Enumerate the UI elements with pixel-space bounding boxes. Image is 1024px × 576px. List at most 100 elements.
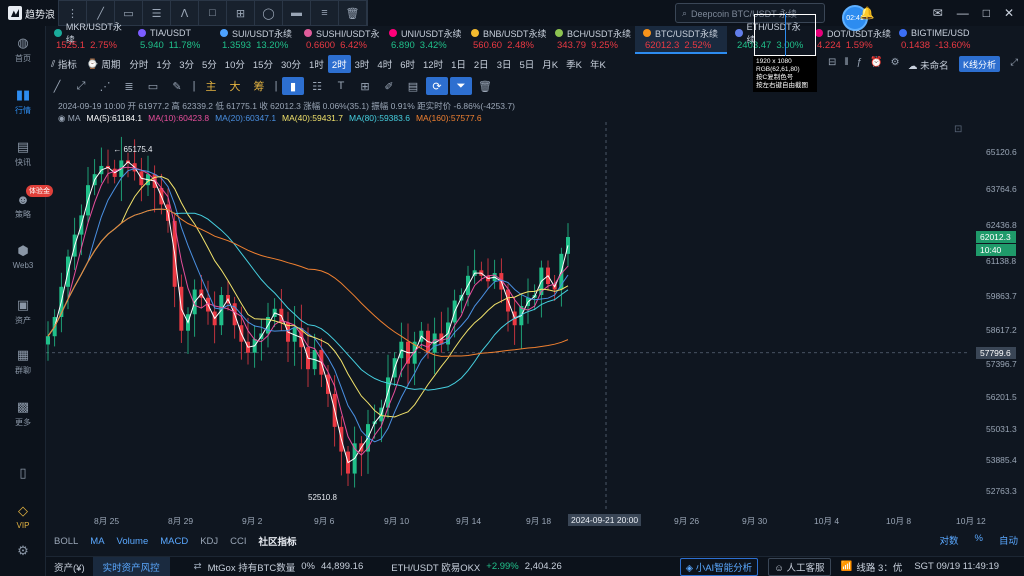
ticker-bch[interactable]: BCH/USDT永续 343.79 9.25% <box>547 26 635 54</box>
bell-icon[interactable]: 🔔 <box>860 6 875 20</box>
indicator-cci[interactable]: CCI <box>230 536 246 547</box>
interval-月K[interactable]: 月K <box>538 55 562 73</box>
interval-15分[interactable]: 15分 <box>249 55 277 73</box>
interval-5日[interactable]: 5日 <box>515 55 538 73</box>
interval-3日[interactable]: 3日 <box>493 55 516 73</box>
nav-item-Web3[interactable]: ⬢ Web3 <box>0 243 46 270</box>
community-indicator-button[interactable]: 社区指标 <box>259 534 297 548</box>
interval-5分[interactable]: 5分 <box>198 55 221 73</box>
ticker-mkr[interactable]: MKR/USDT永续 1525.1 2.75% <box>46 22 130 54</box>
interval-1时[interactable]: 1时 <box>305 55 328 73</box>
news2-text[interactable]: ETH/USDT 欧易OKX <box>391 560 480 574</box>
ellipse-tool-icon[interactable]: ◯ <box>255 1 283 25</box>
nav-item-快讯[interactable]: ▤ 快讯 <box>0 139 46 168</box>
ray-draw-icon[interactable]: ⤢ <box>70 77 92 95</box>
candlestick-chart[interactable]: ← 65175.4 52510.8 ⊡ <box>46 122 970 512</box>
interval-10分[interactable]: 10分 <box>221 55 249 73</box>
scale-option[interactable]: 对数 <box>940 533 959 547</box>
pen-draw-icon[interactable]: ✎ <box>166 77 188 95</box>
nav-item-资产[interactable]: ▣ 资产 <box>0 297 46 326</box>
fib-tool-icon[interactable]: ≡ <box>311 1 339 25</box>
chip-button[interactable]: 筹 <box>248 77 270 95</box>
indicator-volume[interactable]: Volume <box>117 536 149 547</box>
trash-tool-icon[interactable]: 🗑 <box>339 1 367 25</box>
ticker-sui[interactable]: SUI/USDT永续 1.3593 13.20% <box>212 26 296 54</box>
nav-item-VIP[interactable]: ◇ VIP <box>0 503 46 530</box>
indicator-kdj[interactable]: KDJ <box>200 536 218 547</box>
ai-analysis-button[interactable]: ◈ 小AI智能分析 <box>679 557 759 576</box>
layout-icon[interactable]: ⊟ <box>828 57 836 68</box>
interval-季K[interactable]: 季K <box>562 55 586 73</box>
interval-12时[interactable]: 12时 <box>419 55 447 73</box>
kline-analysis-button[interactable]: K线分析 <box>958 56 1000 72</box>
close-icon[interactable]: ✕ <box>1004 6 1014 20</box>
brush-tool-icon[interactable]: ▬ <box>283 1 311 25</box>
ticker-tia[interactable]: TIA/USDT 5.940 11.78% <box>130 26 212 54</box>
nav-item-首页[interactable]: ◍ 首页 <box>0 35 46 64</box>
rect-draw-icon[interactable]: ▭ <box>142 77 164 95</box>
indicator-button[interactable]: ⫽ 指标 <box>46 55 82 73</box>
scale-option[interactable]: % <box>975 533 983 547</box>
bookmark-icon[interactable]: ▮ <box>282 77 304 95</box>
line-draw-icon[interactable]: ╱ <box>46 77 68 95</box>
interval-3分[interactable]: 3分 <box>175 55 198 73</box>
indicator-boll[interactable]: BOLL <box>54 536 78 547</box>
big-order-button[interactable]: 大 <box>224 77 246 95</box>
settings-icon[interactable]: ⚙ <box>891 57 900 68</box>
expand-icon[interactable]: ⤢ <box>1010 57 1018 68</box>
grid-icon[interactable]: ⊞ <box>354 77 376 95</box>
minimize-icon[interactable]: — <box>957 6 969 20</box>
ticker-uni[interactable]: UNI/USDT永续 6.890 3.42% <box>381 26 463 54</box>
ticker-dot[interactable]: DOT/USDT永续 4.224 1.59% <box>807 26 891 54</box>
hline-tool-icon[interactable]: ☰ <box>143 1 171 25</box>
fib-draw-icon[interactable]: ≣ <box>118 77 140 95</box>
columns-icon[interactable]: ⫴ <box>844 57 848 68</box>
delete-icon[interactable]: 🗑 <box>474 77 496 95</box>
indicator-icon[interactable]: ƒ <box>857 57 863 68</box>
magnet-icon[interactable]: ⟳ <box>426 77 448 95</box>
risk-control-button[interactable]: 实时资产风控 <box>92 556 170 576</box>
mail-icon[interactable]: ✉ <box>933 6 943 20</box>
scale-option[interactable]: 自动 <box>999 533 1018 547</box>
interval-1分[interactable]: 1分 <box>152 55 175 73</box>
nav-item-群聊[interactable]: ▦ 群聊 <box>0 347 46 376</box>
interval-6时[interactable]: 6时 <box>396 55 419 73</box>
interval-年K[interactable]: 年K <box>586 55 610 73</box>
customer-service-button[interactable]: ☺ 人工客服 <box>768 557 831 576</box>
ticker-sushi[interactable]: SUSHI/USDT永 0.6600 6.42% <box>296 26 381 54</box>
ticker-btc[interactable]: BTC/USDT永续 62012.3 2.52% <box>635 26 727 54</box>
alarm-icon[interactable]: ⏰ <box>870 57 882 68</box>
news1-text[interactable]: MtGox 持有BTC数量 <box>208 560 296 574</box>
nav-item-phone[interactable]: ▯ <box>0 465 46 480</box>
ticker-bigtime[interactable]: BIGTIME/USD 0.1438 -13.60% <box>891 26 991 54</box>
doc-icon[interactable]: ▤ <box>402 77 424 95</box>
interval-分时[interactable]: 分时 <box>125 55 152 73</box>
network-line[interactable]: 线路 3：优 <box>856 560 902 574</box>
filter-icon[interactable]: ⏷ <box>450 77 472 95</box>
main-force-button[interactable]: 主 <box>200 77 222 95</box>
indicator-ma[interactable]: MA <box>90 536 104 547</box>
interval-30分[interactable]: 30分 <box>277 55 305 73</box>
template-label: 未命名 <box>920 61 949 72</box>
asset-label[interactable]: 资产(¥) <box>46 560 93 574</box>
interval-2时[interactable]: 2时 <box>327 55 351 73</box>
maximize-icon[interactable]: □ <box>983 6 990 20</box>
wave-tool-icon[interactable]: ᐱ <box>171 1 199 25</box>
nav-item-更多[interactable]: ▩ 更多 <box>0 399 46 428</box>
layers-icon[interactable]: ☷ <box>306 77 328 95</box>
nav-item-行情[interactable]: ▮▮ 行情 <box>0 87 46 116</box>
rect-tool-icon[interactable]: □ <box>199 1 227 25</box>
interval-3时[interactable]: 3时 <box>351 55 374 73</box>
ticker-bnb[interactable]: BNB/USDT永续 560.60 2.48% <box>463 26 547 54</box>
nav-item-settings[interactable]: ⚙ <box>0 543 46 558</box>
interval-1日[interactable]: 1日 <box>447 55 470 73</box>
note-icon[interactable]: ✐ <box>378 77 400 95</box>
interval-2日[interactable]: 2日 <box>470 55 493 73</box>
interval-4时[interactable]: 4时 <box>373 55 396 73</box>
cross-tool-icon[interactable]: ⊞ <box>227 1 255 25</box>
indicator-macd[interactable]: MACD <box>160 536 188 547</box>
channel-draw-icon[interactable]: ⋰ <box>94 77 116 95</box>
period-button[interactable]: ⌚ 周期 <box>82 55 125 73</box>
template-name[interactable]: ☁ 未命名 <box>908 58 949 72</box>
text-icon[interactable]: T <box>330 77 352 95</box>
